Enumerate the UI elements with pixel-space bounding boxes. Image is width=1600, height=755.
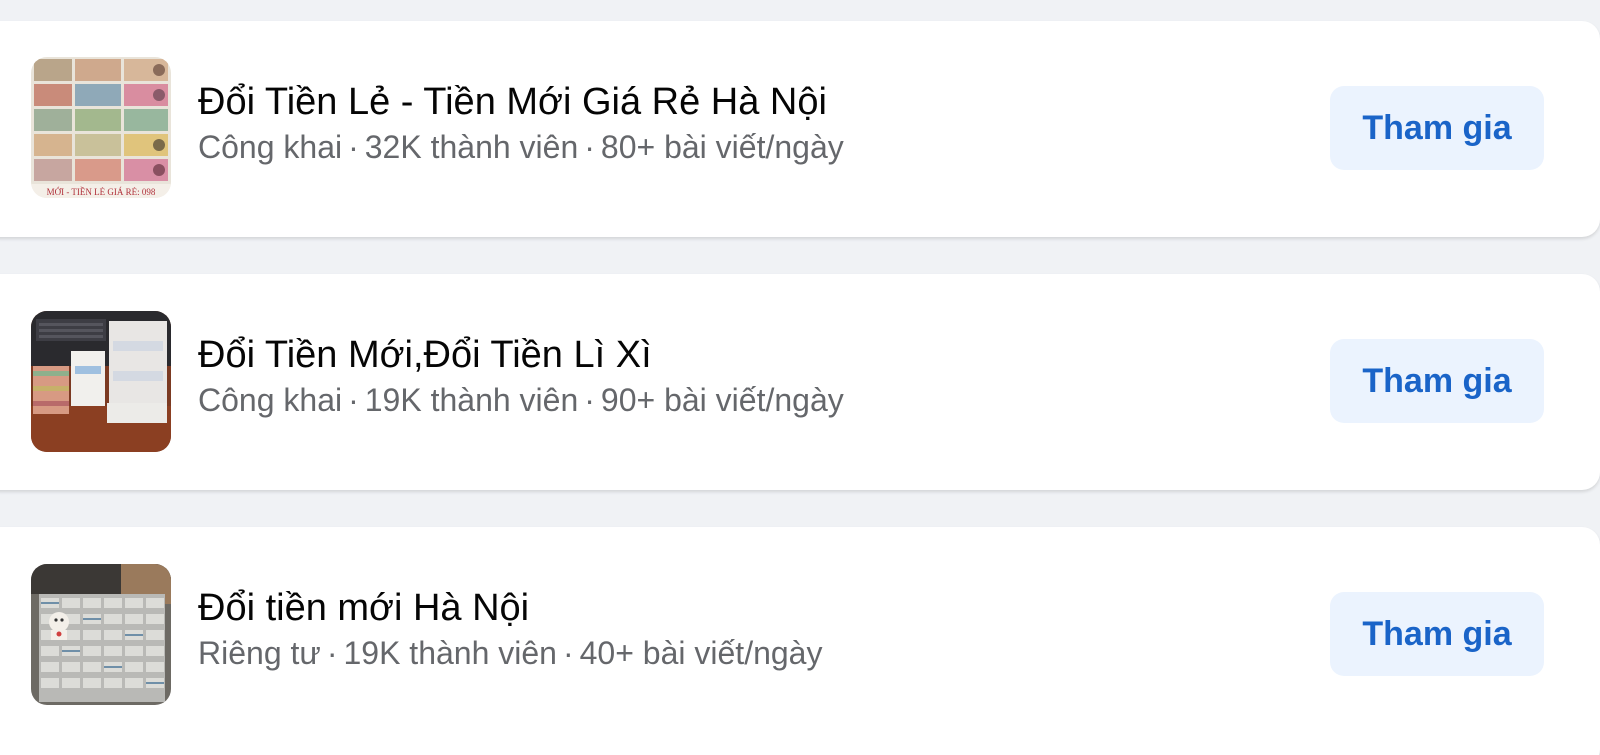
- group-thumbnail[interactable]: MỚI - TIỀN LẺ GIÁ RẺ: 098: [31, 57, 171, 198]
- join-group-button[interactable]: Tham gia: [1330, 86, 1544, 170]
- join-group-button[interactable]: Tham gia: [1330, 339, 1544, 423]
- group-meta: Riêng tư · 19K thành viên · 40+ bài viết/ngà…: [198, 633, 1298, 673]
- group-card[interactable]: Đổi Tiền Mới,Đổi Tiền Lì Xì Công khai · 19…: [0, 274, 1600, 490]
- group-meta: Công khai · 32K thành viên · 80+ bài viết/ng…: [198, 127, 1298, 167]
- meta-separator: ·: [326, 635, 338, 671]
- meta-separator: ·: [348, 382, 359, 418]
- group-name-link[interactable]: Đổi Tiền Lẻ - Tiền Mới Giá Rẻ Hà Nội: [198, 79, 1298, 125]
- group-card[interactable]: Đổi tiền mới Hà Nội Riêng tư · 19K thành v…: [0, 527, 1600, 755]
- svg-text:MỚI - TIỀN LẺ GIÁ RẺ: 098: MỚI - TIỀN LẺ GIÁ RẺ: 098: [47, 187, 156, 197]
- group-members: 19K thành viên: [364, 382, 579, 418]
- join-group-button[interactable]: Tham gia: [1330, 592, 1544, 676]
- group-name-link[interactable]: Đổi tiền mới Hà Nội: [198, 585, 1298, 631]
- group-thumbnail[interactable]: [31, 311, 171, 452]
- group-post-rate: 40+ bài viết/ngày: [579, 635, 823, 671]
- group-post-rate: 80+ bài viết/ngày: [600, 129, 844, 165]
- group-meta: Công khai · 19K thành viên · 90+ bài viết/ng…: [198, 380, 1298, 420]
- group-privacy: Công khai: [198, 129, 343, 165]
- group-info: Đổi tiền mới Hà Nội Riêng tư · 19K thành v…: [198, 585, 1298, 673]
- meta-separator: ·: [584, 129, 595, 165]
- group-name-link[interactable]: Đổi Tiền Mới,Đổi Tiền Lì Xì: [198, 332, 1298, 378]
- group-card[interactable]: MỚI - TIỀN LẺ GIÁ RẺ: 098 Đổi Tiền Lẻ - …: [0, 21, 1600, 237]
- banknote-bundles-photo-image: [31, 564, 171, 705]
- group-info: Đổi Tiền Mới,Đổi Tiền Lì Xì Công khai · 19…: [198, 332, 1298, 420]
- group-members: 19K thành viên: [343, 635, 557, 671]
- meta-separator: ·: [584, 382, 595, 418]
- money-stacks-photo-image: [31, 311, 171, 452]
- group-info: Đổi Tiền Lẻ - Tiền Mới Giá Rẻ Hà Nội Côn…: [198, 79, 1298, 167]
- banknotes-collage-image: MỚI - TIỀN LẺ GIÁ RẺ: 098: [31, 57, 171, 198]
- group-members: 32K thành viên: [364, 129, 579, 165]
- group-results-list: MỚI - TIỀN LẺ GIÁ RẺ: 098 Đổi Tiền Lẻ - …: [0, 0, 1600, 755]
- group-post-rate: 90+ bài viết/ngày: [600, 382, 844, 418]
- group-privacy: Riêng tư: [198, 635, 321, 671]
- group-thumbnail[interactable]: [31, 564, 171, 705]
- group-privacy: Công khai: [198, 382, 343, 418]
- meta-separator: ·: [348, 129, 359, 165]
- meta-separator: ·: [562, 635, 574, 671]
